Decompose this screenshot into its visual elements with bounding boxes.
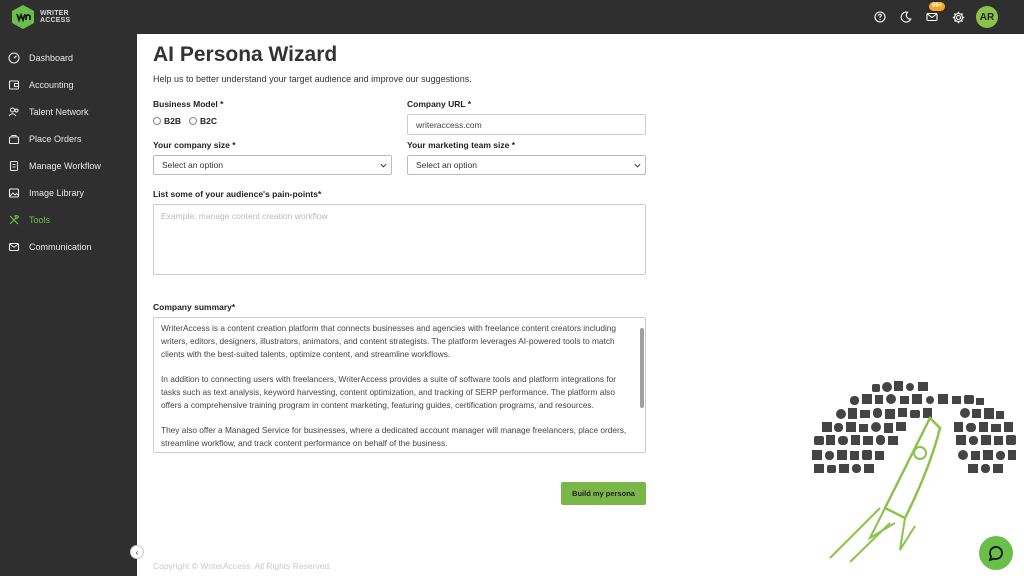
mail-icon[interactable]: 99+: [924, 2, 946, 25]
summary-paragraph: In addition to connecting users with fre…: [161, 374, 617, 410]
team-size-value: Select an option: [416, 160, 477, 170]
sidebar: Dashboard Accounting Talent Network Plac…: [0, 34, 137, 576]
talent-network-icon: [8, 107, 19, 116]
sidebar-item-label: Accounting: [29, 79, 74, 90]
company-summary-textarea[interactable]: WriterAccess is a content creation platf…: [153, 317, 646, 453]
b2c-radio[interactable]: [189, 117, 198, 125]
b2b-radio[interactable]: [153, 117, 161, 125]
company-size-value: Select an option: [162, 160, 223, 170]
chevron-down-icon: [634, 163, 641, 168]
settings-icon[interactable]: [950, 9, 966, 25]
help-icon[interactable]: [872, 9, 888, 25]
mail-badge: 99+: [929, 2, 946, 11]
rocket-illustration: [812, 381, 1016, 563]
user-avatar[interactable]: AR: [976, 6, 998, 28]
sidebar-item-label: Communication: [29, 241, 92, 252]
summary-paragraph: They also offer a Managed Service for bu…: [161, 425, 627, 449]
sidebar-item-label: Talent Network: [29, 106, 89, 117]
chat-button[interactable]: [979, 536, 1013, 570]
company-size-label: Your company size *: [153, 140, 236, 150]
sidebar-item-label: Place Orders: [29, 133, 82, 144]
logo-line-1: WRITER: [40, 10, 69, 17]
pain-points-label: List some of your audience's pain-points…: [153, 189, 322, 199]
image-library-icon: [8, 187, 20, 198]
sidebar-item-communication[interactable]: Communication: [0, 233, 137, 260]
logo-wordmark: WRITER ACCESS: [40, 10, 70, 24]
company-summary-label: Company summary*: [153, 302, 236, 312]
b2b-label[interactable]: B2B: [164, 116, 181, 126]
accounting-icon: [8, 79, 20, 90]
dark-mode-icon[interactable]: [898, 9, 914, 25]
logo-line-2: ACCESS: [40, 17, 71, 24]
writeraccess-logo[interactable]: WRITER ACCESS: [10, 4, 70, 30]
chat-icon: [988, 546, 1003, 562]
page-subtitle: Help us to better understand your target…: [153, 74, 472, 84]
sidebar-item-accounting[interactable]: Accounting: [0, 71, 137, 98]
summary-scrollbar-thumb[interactable]: [640, 328, 644, 408]
workflow-icon: [9, 160, 19, 171]
sidebar-item-image-library[interactable]: Image Library: [0, 179, 137, 206]
sidebar-item-tools[interactable]: Tools: [0, 206, 137, 233]
team-size-select[interactable]: Select an option: [407, 155, 646, 175]
company-url-input[interactable]: writeraccess.com: [407, 114, 646, 135]
sidebar-item-label: Image Library: [29, 187, 85, 198]
footer-copyright: Copyright © WriterAccess. All Rights Res…: [153, 561, 332, 571]
page-title: AI Persona Wizard: [153, 43, 338, 66]
build-persona-button[interactable]: Build my persona: [561, 482, 646, 505]
business-model-radio-group: B2B B2C: [153, 116, 217, 126]
dashboard-icon: [8, 51, 20, 64]
sidebar-item-dashboard[interactable]: Dashboard: [0, 44, 137, 71]
communication-icon: [8, 242, 20, 251]
summary-paragraph: WriterAccess is a content creation platf…: [161, 323, 617, 359]
sidebar-item-label: Manage Workflow: [29, 160, 101, 171]
company-size-select[interactable]: Select an option: [153, 155, 392, 175]
sidebar-item-place-orders[interactable]: Place Orders: [0, 125, 137, 152]
tools-icon: [9, 214, 20, 224]
place-orders-icon: [8, 134, 20, 144]
sidebar-item-manage-workflow[interactable]: Manage Workflow: [0, 152, 137, 179]
sidebar-collapse-button[interactable]: ‹: [130, 545, 144, 559]
sidebar-item-label: Tools: [29, 214, 51, 225]
team-size-label: Your marketing team size *: [407, 140, 516, 150]
chevron-down-icon: [380, 163, 387, 168]
sidebar-item-talent-network[interactable]: Talent Network: [0, 98, 137, 125]
company-url-label: Company URL *: [407, 99, 472, 109]
logo-hexagon-icon: [12, 5, 34, 29]
b2c-label[interactable]: B2C: [200, 116, 217, 126]
sidebar-item-label: Dashboard: [29, 52, 74, 63]
business-model-label: Business Model *: [153, 99, 224, 109]
pain-points-textarea[interactable]: Example: manage content creation workflo…: [153, 204, 646, 275]
top-bar: WRITER ACCESS 99+ AR: [0, 0, 1024, 34]
